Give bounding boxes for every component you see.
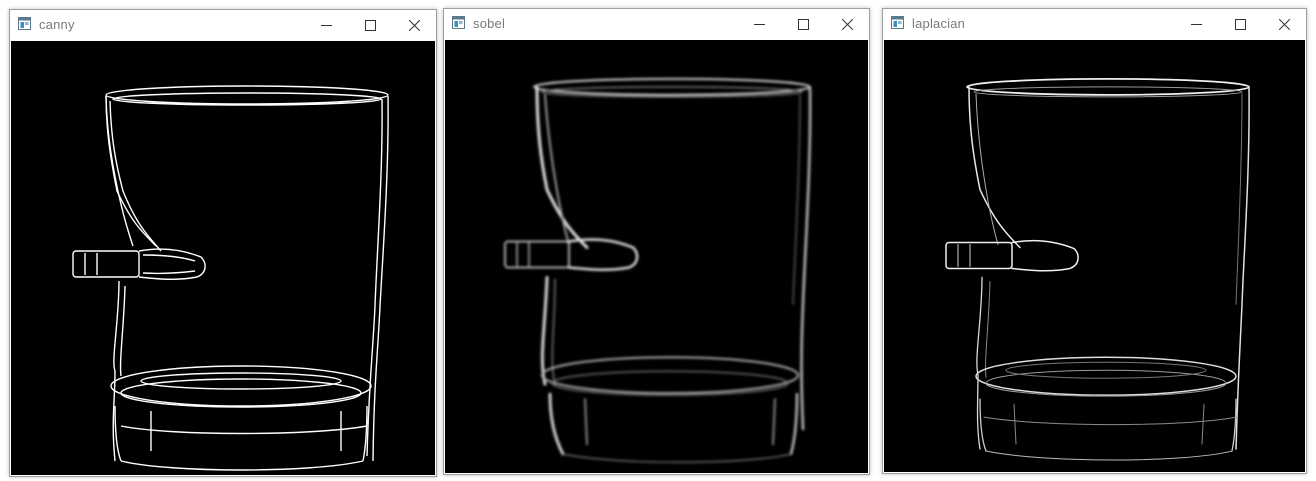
maximize-icon — [797, 19, 809, 30]
minimize-button[interactable] — [304, 10, 348, 41]
laplacian-image — [884, 40, 1305, 472]
close-button[interactable] — [825, 9, 869, 40]
sobel-window[interactable]: sobel — [443, 8, 870, 475]
maximize-icon — [1234, 19, 1246, 30]
canny-window[interactable]: canny — [9, 9, 437, 477]
canny-image — [11, 41, 435, 475]
maximize-button[interactable] — [1218, 9, 1262, 40]
close-icon — [408, 20, 420, 31]
title-bar[interactable]: canny — [10, 10, 436, 41]
window-title: canny — [39, 17, 75, 32]
maximize-button[interactable] — [348, 10, 392, 41]
close-button[interactable] — [1262, 9, 1306, 40]
close-icon — [841, 19, 853, 30]
app-window-icon — [891, 16, 904, 29]
close-button[interactable] — [392, 10, 436, 41]
app-window-icon — [18, 17, 31, 30]
window-title: sobel — [473, 16, 506, 31]
minimize-icon — [753, 24, 765, 25]
minimize-icon — [1190, 24, 1202, 25]
maximize-icon — [364, 20, 376, 31]
minimize-icon — [320, 25, 332, 26]
laplacian-window[interactable]: laplacian — [882, 8, 1307, 474]
sobel-image — [445, 40, 868, 473]
title-bar[interactable]: sobel — [444, 9, 869, 40]
close-icon — [1278, 19, 1290, 30]
title-bar[interactable]: laplacian — [883, 9, 1306, 40]
app-window-icon — [452, 16, 465, 29]
window-title: laplacian — [912, 16, 966, 31]
minimize-button[interactable] — [737, 9, 781, 40]
minimize-button[interactable] — [1174, 9, 1218, 40]
maximize-button[interactable] — [781, 9, 825, 40]
